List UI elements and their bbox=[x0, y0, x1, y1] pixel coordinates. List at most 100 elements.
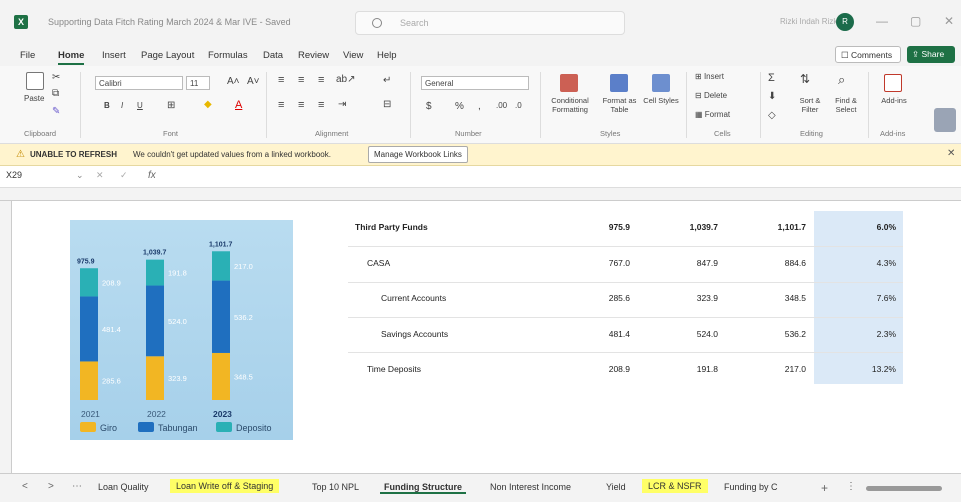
conditional-formatting-label[interactable]: Conditional Formatting bbox=[545, 96, 595, 114]
merge-center-icon[interactable]: ⊟ bbox=[383, 99, 391, 110]
tab-top-10-npl[interactable]: Top 10 NPL bbox=[308, 482, 363, 492]
more-sheets-icon[interactable]: ⋯ bbox=[72, 481, 82, 492]
table-row-label[interactable]: Savings Accounts bbox=[381, 329, 448, 339]
comma-icon[interactable]: , bbox=[478, 101, 481, 112]
sheet-options-icon[interactable]: ⋮ bbox=[846, 481, 856, 492]
table-row-label[interactable]: CASA bbox=[367, 258, 390, 268]
table-cell-v2022[interactable]: 524.0 bbox=[668, 329, 718, 339]
increase-decimal-icon[interactable]: .00 bbox=[496, 101, 507, 110]
table-cell-growth[interactable]: 6.0% bbox=[846, 222, 896, 232]
total-label-2022[interactable]: 1,039.7 bbox=[143, 250, 166, 257]
tab-funding-by-c[interactable]: Funding by C bbox=[720, 482, 782, 492]
formula-input[interactable] bbox=[162, 169, 952, 184]
table-cell-v2021[interactable]: 285.6 bbox=[580, 293, 630, 303]
currency-icon[interactable]: $ bbox=[426, 101, 432, 112]
legend-swatch-deposito[interactable] bbox=[216, 422, 232, 432]
maximize-icon[interactable]: ▢ bbox=[910, 14, 921, 28]
share-button[interactable]: ⇪ Share bbox=[907, 46, 955, 63]
table-cell-v2021[interactable]: 767.0 bbox=[580, 258, 630, 268]
paste-label[interactable]: Paste bbox=[24, 94, 44, 103]
legend-label-deposito[interactable]: Deposito bbox=[236, 423, 272, 433]
table-cell-v2021[interactable]: 481.4 bbox=[580, 329, 630, 339]
cut-icon[interactable]: ✂ bbox=[52, 72, 60, 83]
copilot-icon[interactable] bbox=[934, 108, 956, 132]
menu-data[interactable]: Data bbox=[263, 50, 283, 61]
bar-giro-2022[interactable] bbox=[146, 356, 164, 400]
indent-icon[interactable]: ⇥ bbox=[338, 99, 346, 110]
bar-deposito-2022[interactable] bbox=[146, 259, 164, 286]
menu-home[interactable]: Home bbox=[58, 50, 85, 65]
document-title[interactable]: Supporting Data Fitch Rating March 2024 … bbox=[48, 17, 291, 27]
category-label-2023[interactable]: 2023 bbox=[213, 409, 232, 419]
tab-loan-quality[interactable]: Loan Quality bbox=[94, 482, 153, 492]
table-row-label[interactable]: Current Accounts bbox=[381, 293, 446, 303]
name-box-dropdown-icon[interactable]: ⌄ bbox=[76, 170, 84, 181]
table-cell-v2023[interactable]: 348.5 bbox=[756, 293, 806, 303]
add-ins-icon[interactable] bbox=[884, 74, 902, 92]
avatar[interactable]: R bbox=[836, 13, 854, 31]
cell-styles-icon[interactable] bbox=[652, 74, 670, 92]
paste-icon[interactable] bbox=[26, 72, 44, 90]
format-as-table-label[interactable]: Format as Table bbox=[597, 96, 642, 114]
legend-label-tabungan[interactable]: Tabungan bbox=[158, 423, 198, 433]
data-label-tabungan-2022[interactable]: 524.0 bbox=[168, 317, 187, 326]
total-label-2021[interactable]: 975.9 bbox=[77, 258, 95, 265]
tab-funding-structure[interactable]: Funding Structure bbox=[380, 482, 466, 494]
table-row-label[interactable]: Third Party Funds bbox=[355, 222, 428, 232]
align-middle-icon[interactable]: ≡ bbox=[298, 74, 304, 86]
table-cell-v2022[interactable]: 1,039.7 bbox=[668, 222, 718, 232]
table-cell-v2022[interactable]: 847.9 bbox=[668, 258, 718, 268]
data-label-giro-2023[interactable]: 348.5 bbox=[234, 372, 253, 381]
bar-deposito-2021[interactable] bbox=[80, 268, 98, 297]
decrease-decimal-icon[interactable]: .0 bbox=[515, 101, 522, 110]
align-right-icon[interactable]: ≡ bbox=[318, 99, 324, 111]
data-label-deposito-2021[interactable]: 208.9 bbox=[102, 278, 121, 287]
insert-function-icon[interactable]: fx bbox=[148, 170, 156, 181]
category-label-2021[interactable]: 2021 bbox=[81, 409, 100, 419]
column-headers[interactable] bbox=[0, 188, 961, 201]
tab-lcr-nsfr[interactable]: LCR & NSFR bbox=[642, 479, 708, 493]
table-cell-growth[interactable]: 4.3% bbox=[846, 258, 896, 268]
bar-tabungan-2021[interactable] bbox=[80, 296, 98, 362]
comments-button[interactable]: ☐ Comments bbox=[835, 46, 901, 63]
bar-giro-2021[interactable] bbox=[80, 361, 98, 400]
borders-icon[interactable]: ⊞ bbox=[167, 100, 175, 111]
underline-icon[interactable]: U bbox=[137, 101, 143, 110]
font-color-icon[interactable]: A bbox=[235, 99, 242, 111]
table-cell-v2022[interactable]: 191.8 bbox=[668, 364, 718, 374]
bold-icon[interactable]: B bbox=[104, 101, 110, 110]
font-name-select[interactable]: Calibri bbox=[95, 76, 183, 90]
cancel-icon[interactable]: ✕ bbox=[96, 170, 104, 181]
conditional-formatting-icon[interactable] bbox=[560, 74, 578, 92]
table-row-label[interactable]: Time Deposits bbox=[367, 364, 421, 374]
legend-swatch-giro[interactable] bbox=[80, 422, 96, 432]
row-headers[interactable] bbox=[0, 201, 12, 473]
close-notification-icon[interactable]: ✕ bbox=[947, 148, 955, 159]
search-input[interactable]: Search bbox=[355, 11, 625, 35]
prev-sheet-icon[interactable]: < bbox=[22, 481, 28, 492]
grow-font-icon[interactable]: A˄ bbox=[227, 76, 240, 87]
format-painter-icon[interactable]: ✎ bbox=[52, 106, 60, 117]
data-label-tabungan-2021[interactable]: 481.4 bbox=[102, 325, 121, 334]
cell-styles-label[interactable]: Cell Styles bbox=[643, 96, 679, 105]
data-label-tabungan-2023[interactable]: 536.2 bbox=[234, 313, 253, 322]
legend-swatch-tabungan[interactable] bbox=[138, 422, 154, 432]
table-cell-v2023[interactable]: 1,101.7 bbox=[756, 222, 806, 232]
funding-chart[interactable]: 285.6 481.4 208.9 975.9 2021 323.9 524.0 191.8 1… bbox=[70, 220, 293, 440]
align-left-icon[interactable]: ≡ bbox=[278, 99, 284, 111]
table-cell-growth[interactable]: 7.6% bbox=[846, 293, 896, 303]
category-label-2022[interactable]: 2022 bbox=[147, 409, 166, 419]
format-as-table-icon[interactable] bbox=[610, 74, 628, 92]
tab-non-interest-income[interactable]: Non Interest Income bbox=[486, 482, 575, 492]
user-name[interactable]: Rizki Indah Rizky bbox=[780, 17, 841, 26]
sort-filter-label[interactable]: Sort & Filter bbox=[792, 96, 828, 114]
copy-icon[interactable]: ⧉ bbox=[52, 88, 59, 99]
clear-icon[interactable]: ◇ bbox=[768, 110, 776, 121]
menu-page-layout[interactable]: Page Layout bbox=[141, 50, 194, 61]
number-format-select[interactable]: General bbox=[421, 76, 529, 90]
enter-icon[interactable]: ✓ bbox=[120, 170, 128, 181]
tab-yield[interactable]: Yield bbox=[602, 482, 630, 492]
menu-file[interactable]: File bbox=[20, 50, 35, 61]
bar-giro-2023[interactable] bbox=[212, 352, 230, 400]
legend-label-giro[interactable]: Giro bbox=[100, 423, 117, 433]
